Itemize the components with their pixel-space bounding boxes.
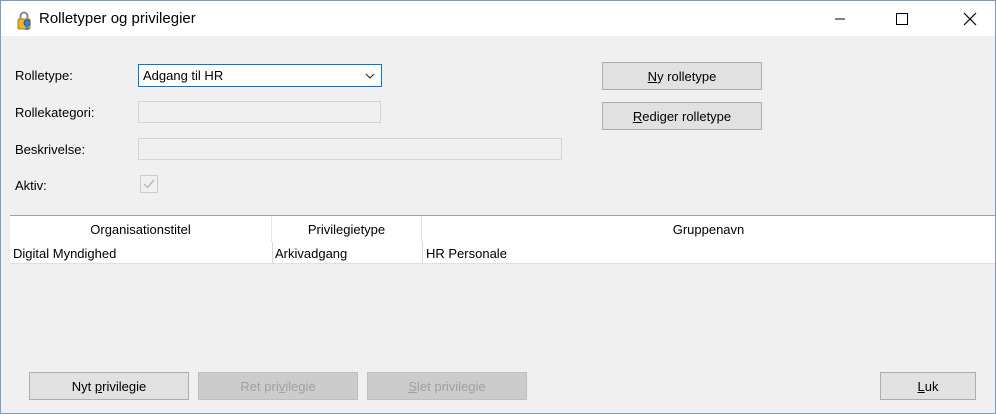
maximize-icon	[896, 12, 908, 25]
ny-rolletype-label: y rolletype	[657, 68, 717, 84]
column-header-privilegietype[interactable]: Privilegietype	[272, 216, 422, 242]
rediger-rolletype-label: ediger rolletype	[642, 108, 732, 124]
ny-rolletype-button[interactable]: Ny rolletype	[602, 62, 762, 90]
minimize-button[interactable]	[817, 1, 863, 36]
rediger-rolletype-button[interactable]: Rediger rolletype	[602, 102, 762, 130]
nyt-privilegie-button[interactable]: Nyt p rivilegie	[29, 372, 189, 400]
rolletype-select[interactable]: Adgang til HR	[138, 64, 382, 87]
ret-privilegie-label-pre: Ret pri	[240, 378, 279, 394]
luk-mnemonic: L	[917, 378, 925, 394]
beskrivelse-field	[138, 138, 562, 160]
ret-privilegie-label-rest: ilegie	[285, 378, 316, 394]
luk-button[interactable]: Luk	[880, 372, 976, 400]
rollekategori-field	[138, 101, 381, 123]
maximize-button[interactable]	[879, 1, 925, 36]
nyt-privilegie-label-pre: Nyt	[71, 378, 95, 394]
privileges-table: Organisationstitel Privilegietype Gruppe…	[10, 215, 995, 367]
table-header: Organisationstitel Privilegietype Gruppe…	[10, 216, 995, 242]
luk-label: uk	[924, 378, 939, 394]
aktiv-label: Aktiv:	[15, 178, 47, 193]
ret-privilegie-button[interactable]: Ret pri v ilegie	[198, 372, 358, 400]
slet-privilegie-mnemonic: S	[408, 378, 417, 394]
chevron-down-icon	[365, 73, 375, 79]
minimize-icon	[835, 18, 845, 19]
cell-privilegietype: Arkivadgang	[275, 245, 348, 261]
rolletyper-window: Rolletyper og privilegier Rolletype: Rol…	[0, 0, 996, 414]
rolletype-label: Rolletype:	[15, 68, 73, 83]
column-header-gruppenavn[interactable]: Gruppenavn	[422, 216, 995, 242]
table-row[interactable]: Digital Myndighed Arkivadgang HR Persona…	[10, 242, 995, 264]
cell-gruppenavn: HR Personale	[426, 245, 507, 261]
close-button[interactable]	[947, 1, 993, 36]
cell-organisationstitel: Digital Myndighed	[13, 245, 117, 261]
rolletype-value: Adgang til HR	[143, 68, 224, 83]
aktiv-checkbox	[140, 175, 158, 193]
title-bar: Rolletyper og privilegier	[1, 1, 995, 36]
close-icon	[963, 12, 977, 25]
window-title: Rolletyper og privilegier	[39, 10, 196, 27]
rollekategori-label: Rollekategori:	[15, 105, 95, 120]
checkmark-icon	[143, 179, 155, 189]
column-header-organisationstitel[interactable]: Organisationstitel	[10, 216, 272, 242]
nyt-privilegie-mnemonic: p	[94, 378, 103, 394]
ny-rolletype-mnemonic: N	[647, 68, 658, 84]
slet-privilegie-label: let privilegie	[417, 378, 486, 394]
key-lock-icon	[17, 11, 31, 30]
beskrivelse-label: Beskrivelse:	[15, 142, 86, 157]
rediger-rolletype-mnemonic: R	[632, 108, 643, 124]
slet-privilegie-button[interactable]: Slet privilegie	[367, 372, 527, 400]
nyt-privilegie-label-rest: rivilegie	[102, 378, 147, 394]
